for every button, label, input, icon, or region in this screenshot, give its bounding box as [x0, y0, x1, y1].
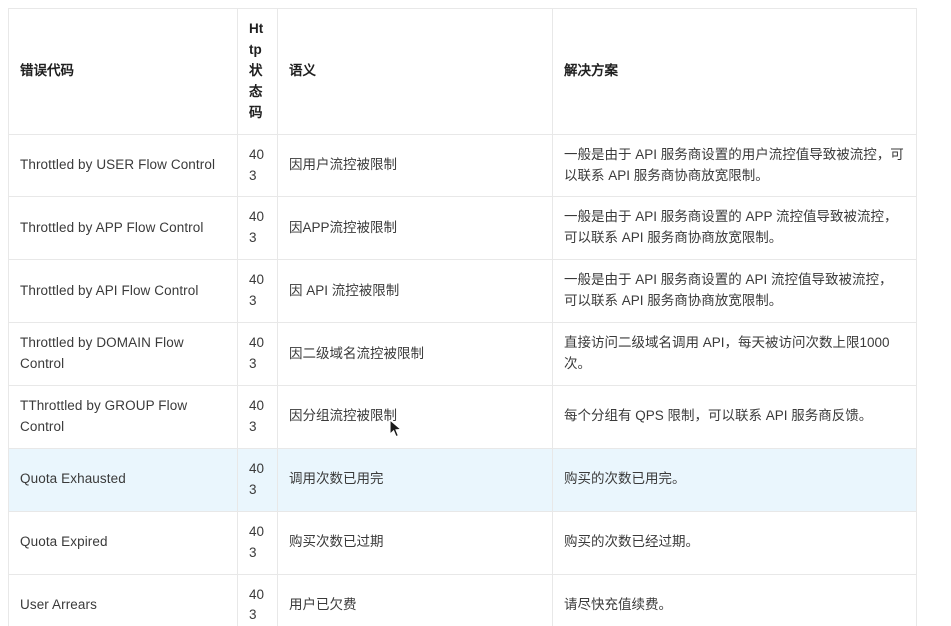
cell-solution: 一般是由于 API 服务商设置的用户流控值导致被流控，可以联系 API 服务商协… [552, 133, 917, 198]
table-row[interactable]: Throttled by DOMAIN Flow Control 403 因二级域名… [8, 322, 917, 386]
cell-http-status: 403 [237, 322, 278, 386]
table-header-row: 错误代码 Http状态码 语义 解决方案 [8, 8, 917, 135]
cell-meaning: 购买次数已过期 [277, 510, 553, 575]
cell-error-code: Throttled by API Flow Control [8, 259, 238, 324]
column-header-error-code[interactable]: 错误代码 [8, 8, 238, 135]
column-header-meaning[interactable]: 语义 [277, 8, 553, 135]
cell-meaning: 因 API 流控被限制 [277, 259, 553, 324]
cell-http-status: 403 [237, 510, 278, 575]
cell-solution: 请尽快充值续费。 [552, 573, 917, 626]
cell-error-code: Quota Expired [8, 510, 238, 575]
cell-error-code: Throttled by APP Flow Control [8, 196, 238, 261]
cell-meaning: 因用户流控被限制 [277, 133, 553, 198]
cell-meaning: 因APP流控被限制 [277, 196, 553, 261]
table-row[interactable]: Throttled by USER Flow Control 403 因用户流控被限… [8, 133, 917, 198]
table-body: Throttled by USER Flow Control 403 因用户流控被限… [8, 133, 917, 626]
cell-http-status: 403 [237, 133, 278, 198]
cell-meaning: 调用次数已用完 [277, 447, 553, 512]
cell-error-code: User Arrears [8, 573, 238, 626]
cell-solution: 直接访问二级域名调用 API，每天被访问次数上限1000次。 [552, 322, 917, 386]
page-root: 错误代码 Http状态码 语义 解决方案 Throttled by USER F… [0, 0, 951, 626]
cell-http-status: 403 [237, 259, 278, 324]
cell-solution: 每个分组有 QPS 限制，可以联系 API 服务商反馈。 [552, 384, 917, 449]
error-code-table-container: 错误代码 Http状态码 语义 解决方案 Throttled by USER F… [8, 8, 917, 626]
cell-meaning: 用户已欠费 [277, 573, 553, 626]
cell-http-status: 403 [237, 384, 278, 449]
column-header-solution[interactable]: 解决方案 [552, 8, 917, 135]
cell-meaning: 因二级域名流控被限制 [277, 322, 553, 386]
cell-solution: 购买的次数已经过期。 [552, 510, 917, 575]
cell-solution: 一般是由于 API 服务商设置的 APP 流控值导致被流控，可以联系 API 服… [552, 196, 917, 261]
table-row[interactable]: Throttled by API Flow Control 403 因 API 流控… [8, 259, 917, 324]
cell-solution: 一般是由于 API 服务商设置的 API 流控值导致被流控，可以联系 API 服… [552, 259, 917, 324]
cell-http-status: 403 [237, 447, 278, 512]
table-header: 错误代码 Http状态码 语义 解决方案 [8, 8, 917, 135]
cell-http-status: 403 [237, 573, 278, 626]
cell-solution: 购买的次数已用完。 [552, 447, 917, 512]
cell-meaning: 因分组流控被限制 [277, 384, 553, 449]
cell-error-code: Quota Exhausted [8, 447, 238, 512]
cell-error-code: TThrottled by GROUP Flow Control [8, 384, 238, 449]
cell-http-status: 403 [237, 196, 278, 261]
error-code-table: 错误代码 Http状态码 语义 解决方案 Throttled by USER F… [8, 8, 917, 626]
table-row[interactable]: TThrottled by GROUP Flow Control 403 因分组流控… [8, 384, 917, 449]
table-row[interactable]: Quota Expired 403 购买次数已过期 购买的次数已经过期。 [8, 510, 917, 575]
table-row[interactable]: User Arrears 403 用户已欠费 请尽快充值续费。 [8, 573, 917, 626]
table-row[interactable]: Quota Exhausted 403 调用次数已用完 购买的次数已用完。 [8, 447, 917, 512]
cell-error-code: Throttled by DOMAIN Flow Control [8, 322, 238, 386]
cell-error-code: Throttled by USER Flow Control [8, 133, 238, 198]
table-row[interactable]: Throttled by APP Flow Control 403 因APP流控被限… [8, 196, 917, 261]
column-header-http-status[interactable]: Http状态码 [237, 8, 278, 135]
